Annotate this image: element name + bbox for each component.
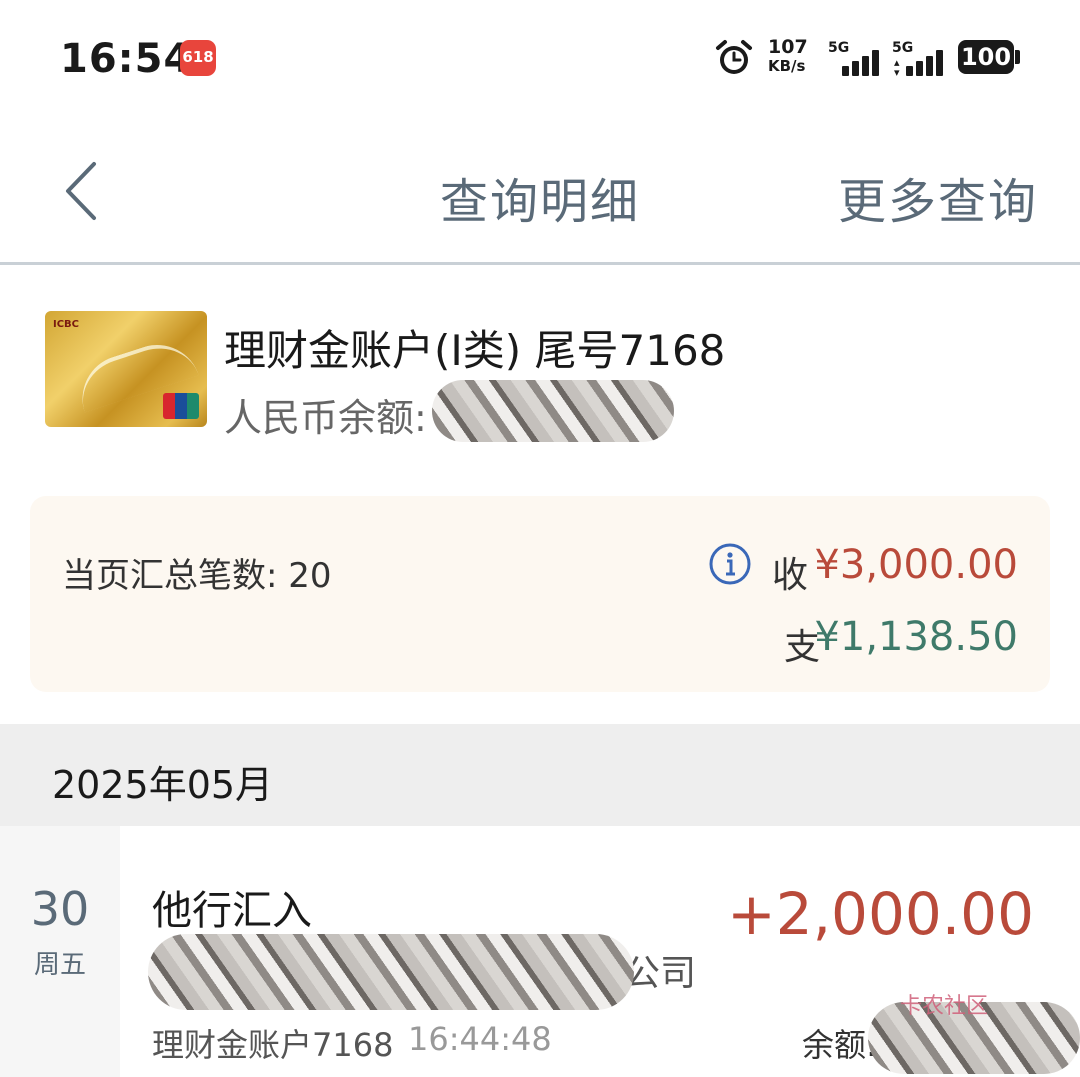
page-summary: 当页汇总笔数: 20 收 ¥3,000.00 支 ¥1,138.50 bbox=[30, 496, 1050, 692]
transaction-type: 他行汇入 bbox=[152, 888, 312, 934]
month-label: 2025年05月 bbox=[52, 763, 274, 807]
battery-icon: 100 bbox=[958, 40, 1014, 74]
transaction-weekday: 周五 bbox=[33, 950, 86, 980]
income-label: 收 bbox=[772, 555, 809, 596]
transaction-day: 30 bbox=[30, 882, 90, 936]
redacted-balance bbox=[432, 380, 674, 442]
watermark-logo: 卡农社区 bbox=[900, 994, 989, 1019]
month-header: 2025年05月 bbox=[0, 724, 1080, 826]
account-name: 理财金账户(Ⅰ类) 尾号7168 bbox=[224, 326, 726, 375]
summary-count: 当页汇总笔数: 20 bbox=[62, 556, 332, 596]
transaction-time: 16:44:48 bbox=[408, 1020, 552, 1058]
status-bar: 16:54 618 107 KB/s 5G 5G ▴ ▾ 100 bbox=[0, 0, 1080, 118]
unionpay-logo bbox=[163, 393, 199, 419]
info-icon[interactable] bbox=[708, 542, 752, 586]
redacted-counterparty bbox=[148, 934, 634, 1010]
app-badge-icon: 618 bbox=[180, 40, 216, 76]
signal-sim1-icon: 5G bbox=[828, 40, 888, 78]
status-time: 16:54 bbox=[60, 36, 193, 82]
account-card[interactable]: ICBC 理财金账户(Ⅰ类) 尾号7168 人民币余额: bbox=[0, 265, 1080, 485]
nav-header: 查询明细 更多查询 bbox=[0, 118, 1080, 265]
transaction-date: 30 周五 bbox=[0, 826, 120, 1077]
balance-label: 人民币余额: bbox=[224, 396, 427, 440]
network-speed: 107 KB/s bbox=[768, 36, 808, 76]
transaction-balance-label: 余额: bbox=[802, 1026, 877, 1064]
transaction-account: 理财金账户7168 bbox=[152, 1026, 394, 1064]
transaction-row[interactable]: 30 周五 他行汇入 +2,000.00 公司 理财金账户7168 16:44:… bbox=[0, 826, 1080, 1077]
bank-card-image: ICBC bbox=[45, 311, 207, 427]
counterparty-suffix: 公司 bbox=[624, 953, 697, 994]
transaction-amount: +2,000.00 bbox=[727, 880, 1034, 948]
expense-amount: ¥1,138.50 bbox=[814, 614, 1018, 660]
more-query-button[interactable]: 更多查询 bbox=[838, 162, 1038, 232]
alarm-icon bbox=[716, 40, 752, 74]
income-amount: ¥3,000.00 bbox=[814, 542, 1018, 588]
signal-sim2-icon: 5G ▴ ▾ bbox=[892, 40, 952, 78]
